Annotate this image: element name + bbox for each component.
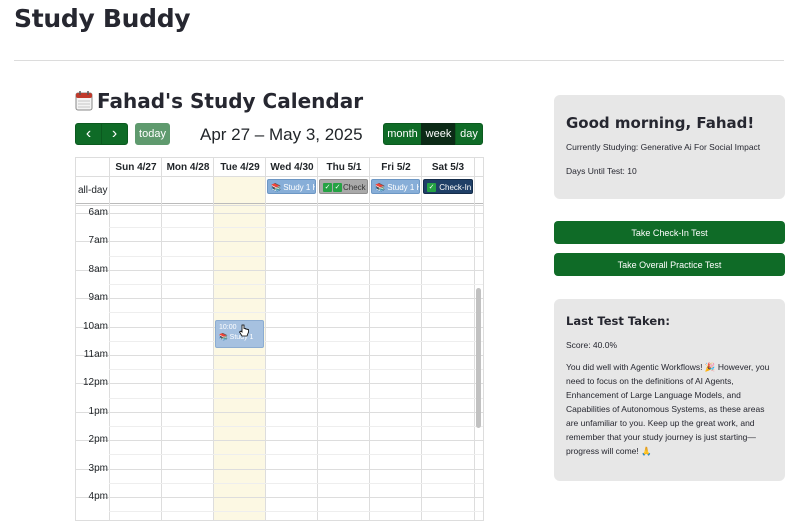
practice-test-button[interactable]: Take Overall Practice Test: [554, 253, 785, 276]
time-label: 7am: [88, 235, 108, 247]
today-button[interactable]: today: [135, 123, 170, 145]
allday-label: all-day: [78, 185, 108, 196]
event-label: Study 1 Hi: [387, 183, 419, 192]
half-hour-gridline: [109, 284, 483, 285]
hour-gridline: [76, 383, 483, 385]
allday-event[interactable]: 📚 Study 1 Hi: [267, 179, 316, 194]
hour-gridline: [76, 497, 483, 498]
hour-gridline: [76, 326, 483, 328]
day-header: Tue 4/29: [220, 162, 260, 173]
event-label: Study 1 Hi: [283, 183, 315, 192]
half-hour-gridline: [109, 397, 483, 399]
day-header: Wed 4/30: [270, 162, 314, 173]
half-hour-gridline: [109, 312, 483, 314]
greeting-title: Good morning, Fahad!: [566, 114, 755, 132]
currently-studying: Currently Studying: Generative Ai For So…: [566, 142, 761, 152]
chevron-left-icon: ‹: [85, 125, 92, 142]
hour-gridline: [76, 241, 483, 243]
half-hour-gridline: [109, 426, 483, 427]
view-week-button[interactable]: week: [421, 123, 456, 145]
last-test-feedback: You did well with Agentic Workflows! 🎉 H…: [566, 362, 770, 456]
calendar-title-text: Fahad's Study Calendar: [97, 89, 364, 113]
view-day-button[interactable]: day: [455, 123, 483, 145]
week-calendar[interactable]: Sun 4/27 Mon 4/28 Tue 4/29 Wed 4/30 Thu …: [75, 157, 484, 521]
time-label: 4pm: [88, 491, 108, 502]
days-until-test: Days Until Test: 10: [566, 166, 637, 176]
time-label: 6am: [88, 207, 108, 218]
half-hour-gridline: [109, 227, 483, 229]
day-header: Fri 5/2: [381, 162, 411, 173]
books-icon: 📚: [271, 183, 281, 192]
hour-gridline: [76, 411, 483, 413]
day-header: Thu 5/1: [326, 162, 362, 173]
time-label: 2pm: [88, 434, 108, 446]
header-divider: [14, 60, 784, 61]
allday-event[interactable]: 📚 Study 1 Hi: [371, 179, 420, 194]
half-hour-gridline: [109, 340, 483, 342]
books-icon: 📚: [219, 334, 228, 341]
half-hour-gridline: [109, 454, 483, 456]
checkmark-icon: ✓: [333, 183, 342, 193]
time-label: 11am: [83, 349, 108, 360]
hour-gridline: [76, 269, 483, 271]
calendar-title: Fahad's Study Calendar: [75, 89, 363, 113]
checkmark-icon: ✓: [427, 183, 436, 193]
app-title: Study Buddy: [14, 4, 191, 33]
time-label: 9am: [88, 292, 108, 304]
day-header: Sat 5/3: [431, 162, 465, 173]
hour-gridline: [76, 213, 483, 214]
prev-week-button[interactable]: ‹: [75, 123, 102, 145]
time-label: 1pm: [88, 405, 108, 417]
hour-gridline: [76, 468, 483, 470]
chevron-right-icon: ›: [111, 125, 118, 142]
time-label: 3pm: [88, 462, 108, 474]
last-test-title: Last Test Taken:: [566, 314, 670, 328]
day-header: Mon 4/28: [166, 162, 210, 173]
event-label: Check: [343, 183, 366, 192]
last-test-score: Score: 40.0%: [566, 340, 618, 350]
time-label: 12pm: [82, 377, 108, 389]
last-test-card: Last Test Taken: Score: 40.0% You did we…: [554, 299, 785, 481]
allday-event[interactable]: ✓ ✓ Check: [319, 179, 368, 194]
view-month-button[interactable]: month: [383, 123, 422, 145]
calendar-scrollbar[interactable]: [476, 288, 481, 428]
checkmark-icon: ✓: [323, 183, 332, 193]
time-label: 8am: [88, 263, 108, 275]
time-label: 10am: [82, 320, 108, 332]
day-header: Sun 4/27: [115, 162, 157, 173]
next-week-button[interactable]: ›: [101, 123, 128, 145]
half-hour-gridline: [109, 511, 483, 513]
books-icon: 📚: [375, 183, 385, 192]
allday-event[interactable]: ✓ Check-In: [423, 179, 473, 194]
hour-gridline: [76, 440, 483, 442]
calendar-icon: [75, 91, 93, 111]
checkin-test-button[interactable]: Take Check-In Test: [554, 221, 785, 244]
hour-gridline: [76, 298, 483, 300]
greeting-card: Good morning, Fahad! Currently Studying:…: [554, 95, 785, 199]
half-hour-gridline: [109, 369, 483, 371]
event-label: Check-In: [439, 183, 472, 192]
half-hour-gridline: [109, 482, 483, 484]
hand-cursor-icon: [238, 324, 249, 337]
hour-gridline: [76, 355, 483, 356]
date-range: Apr 27 – May 3, 2025: [200, 125, 363, 144]
half-hour-gridline: [109, 255, 483, 257]
